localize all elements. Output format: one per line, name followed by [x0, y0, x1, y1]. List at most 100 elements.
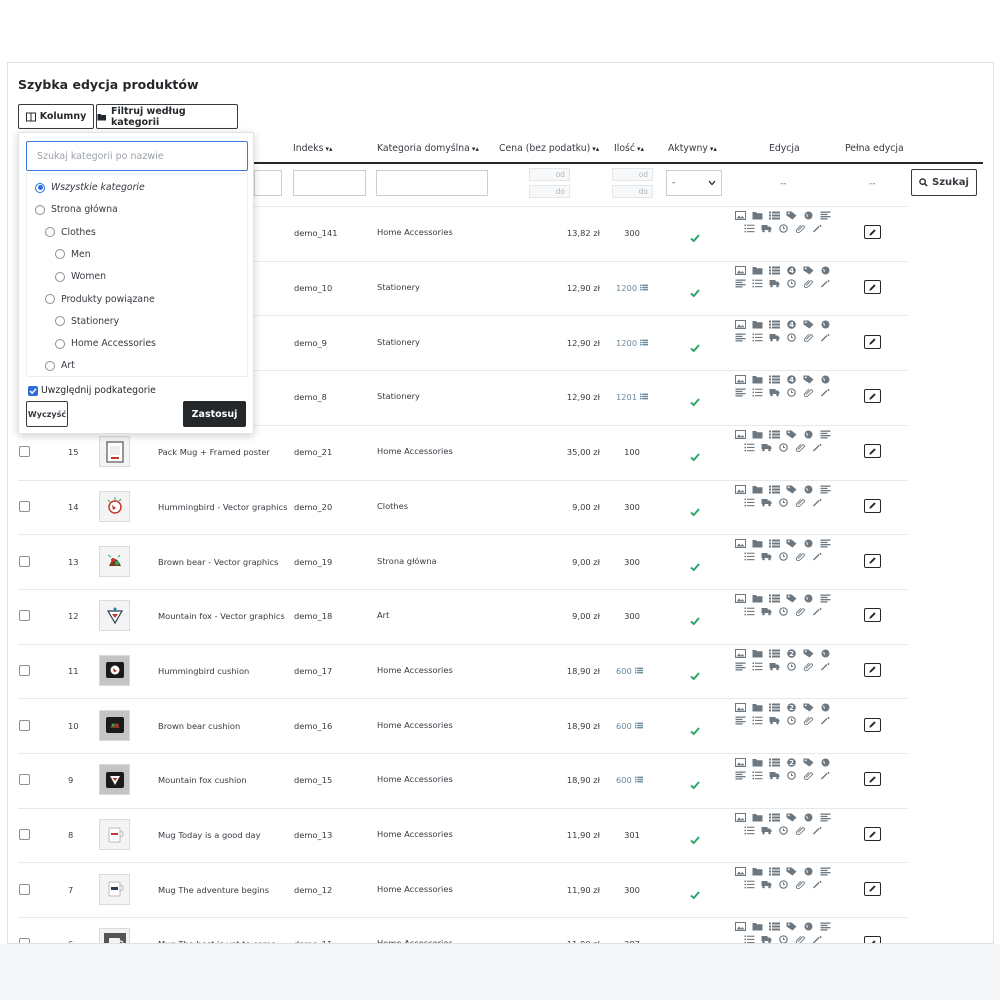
pencil-icon[interactable] — [864, 553, 881, 568]
product-thumbnail[interactable] — [99, 873, 130, 905]
product-quantity[interactable]: 300 — [617, 557, 647, 567]
truck-icon[interactable] — [769, 662, 780, 671]
radio-button[interactable] — [55, 249, 65, 260]
sort-icon[interactable]: ▾▴ — [472, 145, 479, 153]
check-icon[interactable] — [690, 228, 700, 243]
product-price[interactable]: 35,00 zł — [520, 447, 600, 457]
description-icon[interactable] — [735, 388, 746, 397]
combinations-count-icon[interactable]: 4 — [786, 320, 797, 329]
clock-icon[interactable] — [786, 716, 797, 726]
clock-icon[interactable] — [778, 224, 789, 233]
header-index[interactable]: Indeks ▾▴ — [293, 143, 333, 154]
tag-icon[interactable] — [786, 211, 797, 220]
paperclip-icon[interactable] — [803, 388, 814, 398]
image-icon[interactable] — [735, 648, 746, 658]
globe-icon[interactable] — [803, 539, 814, 548]
paperclip-icon[interactable] — [795, 552, 806, 562]
radio-button[interactable] — [45, 227, 55, 238]
pencil-icon[interactable] — [864, 444, 881, 459]
pencil-icon[interactable] — [864, 498, 881, 513]
product-quantity[interactable]: 300 — [617, 228, 647, 238]
row-checkbox[interactable] — [19, 500, 30, 512]
truck-icon[interactable] — [761, 552, 772, 561]
product-price[interactable]: 18,90 zł — [520, 666, 600, 676]
product-thumbnail[interactable] — [99, 928, 130, 943]
description-icon[interactable] — [735, 716, 746, 725]
globe-icon[interactable] — [803, 485, 814, 494]
tag-icon[interactable] — [786, 539, 797, 548]
product-quantity-link[interactable]: 600 — [616, 666, 643, 676]
magic-icon[interactable] — [812, 880, 823, 889]
tag-icon[interactable] — [786, 867, 797, 876]
globe-icon[interactable] — [820, 320, 831, 329]
image-icon[interactable] — [735, 265, 746, 275]
features-icon[interactable] — [744, 826, 755, 835]
magic-icon[interactable] — [820, 662, 831, 671]
category-filter-input[interactable] — [376, 170, 488, 196]
check-icon[interactable] — [690, 885, 700, 900]
magic-icon[interactable] — [812, 607, 823, 616]
features-icon[interactable] — [744, 935, 755, 943]
category-option[interactable]: Produkty powiązane — [45, 294, 155, 305]
product-price[interactable]: 12,90 zł — [520, 283, 600, 293]
search-button[interactable]: Szukaj — [911, 169, 977, 196]
row-checkbox[interactable] — [19, 829, 30, 841]
features-icon[interactable] — [744, 552, 755, 561]
product-price[interactable]: 12,90 zł — [520, 392, 600, 402]
magic-icon[interactable] — [820, 716, 831, 725]
description-icon[interactable] — [820, 867, 831, 876]
magic-icon[interactable] — [820, 388, 831, 397]
columns-button[interactable]: Kolumny — [18, 104, 94, 129]
radio-button[interactable] — [35, 182, 45, 193]
description-icon[interactable] — [735, 333, 746, 342]
combinations-count-icon[interactable]: 2 — [786, 758, 797, 767]
image-icon[interactable] — [735, 812, 746, 822]
qty-from-input[interactable]: od — [612, 168, 653, 181]
list-icon[interactable] — [769, 211, 780, 220]
check-icon[interactable] — [690, 338, 700, 353]
clock-icon[interactable] — [786, 333, 797, 343]
qty-to-input[interactable]: do — [612, 185, 653, 198]
check-icon[interactable] — [690, 830, 700, 845]
list-icon[interactable] — [769, 758, 780, 767]
truck-icon[interactable] — [761, 880, 772, 889]
globe-icon[interactable] — [803, 211, 814, 220]
list-icon[interactable] — [769, 375, 780, 384]
image-icon[interactable] — [735, 539, 746, 549]
check-icon[interactable] — [690, 721, 700, 736]
product-price[interactable]: 12,90 zł — [520, 338, 600, 348]
folder-icon[interactable] — [752, 703, 763, 712]
category-option[interactable]: Art — [45, 360, 75, 371]
globe-icon[interactable] — [803, 813, 814, 822]
list-icon[interactable] — [769, 813, 780, 822]
product-thumbnail[interactable] — [99, 490, 130, 522]
product-quantity-link[interactable]: 1200 — [616, 338, 649, 348]
radio-button[interactable] — [35, 204, 45, 215]
globe-icon[interactable] — [803, 430, 814, 439]
magic-icon[interactable] — [812, 552, 823, 561]
tag-icon[interactable] — [803, 649, 814, 658]
tag-icon[interactable] — [803, 375, 814, 384]
description-icon[interactable] — [820, 485, 831, 494]
magic-icon[interactable] — [812, 443, 823, 452]
folder-icon[interactable] — [752, 649, 763, 658]
globe-icon[interactable] — [820, 758, 831, 767]
folder-icon[interactable] — [752, 813, 763, 822]
row-checkbox[interactable] — [19, 719, 30, 731]
description-icon[interactable] — [820, 594, 831, 603]
globe-icon[interactable] — [820, 375, 831, 384]
combinations-count-icon[interactable]: 4 — [786, 265, 797, 275]
tag-icon[interactable] — [803, 758, 814, 767]
magic-icon[interactable] — [812, 224, 823, 233]
product-thumbnail[interactable] — [99, 709, 130, 741]
name-filter-input[interactable] — [254, 170, 282, 196]
tag-icon[interactable] — [786, 485, 797, 494]
product-price[interactable]: 9,00 zł — [520, 611, 600, 621]
image-icon[interactable] — [735, 703, 746, 713]
product-price[interactable]: 18,90 zł — [520, 775, 600, 785]
clock-icon[interactable] — [778, 442, 789, 452]
category-option[interactable]: Clothes — [45, 227, 96, 238]
image-icon[interactable] — [735, 593, 746, 603]
check-icon[interactable] — [690, 447, 700, 462]
list-icon[interactable] — [769, 539, 780, 548]
